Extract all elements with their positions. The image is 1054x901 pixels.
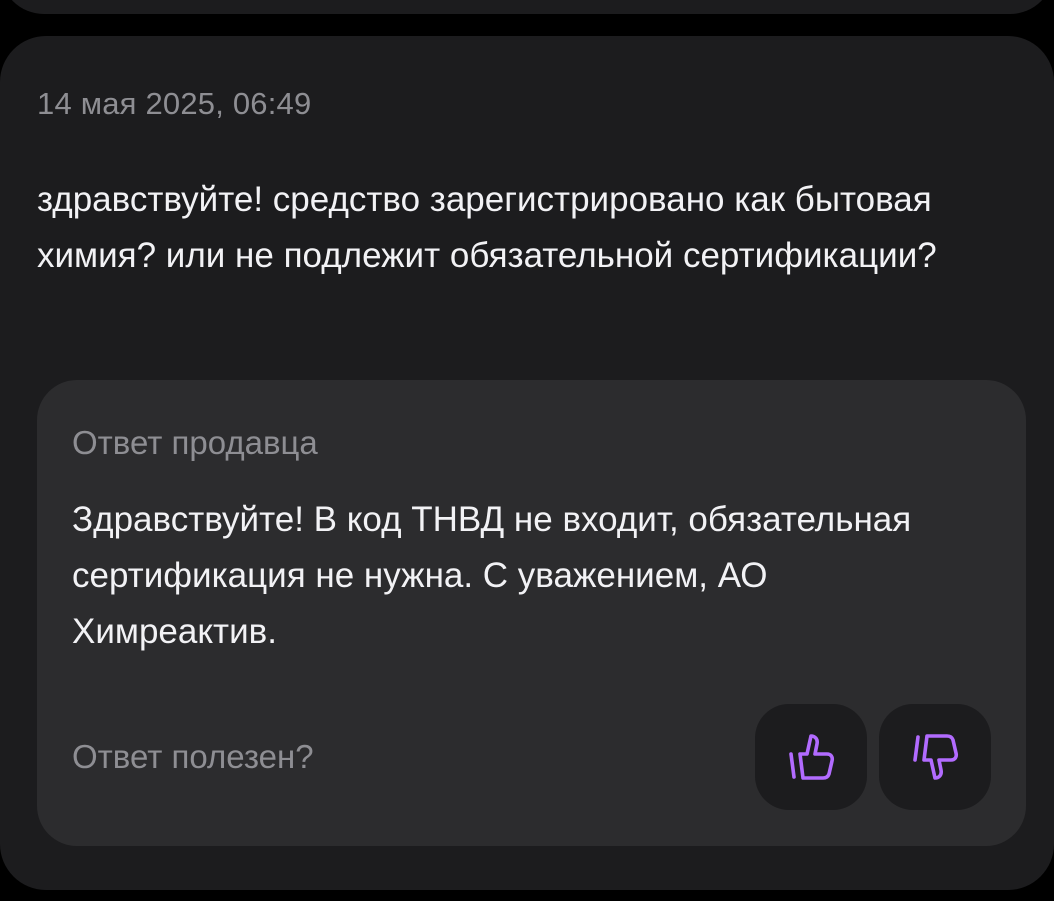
seller-answer-card: Ответ продавца Здравствуйте! В код ТНВД …: [37, 380, 1026, 846]
previous-question-card: [0, 0, 1054, 14]
question-card: 14 мая 2025, 06:49 здравствуйте! средств…: [0, 36, 1054, 890]
question-text: здравствуйте! средство зарегистрировано …: [37, 180, 937, 275]
thumbs-down-icon: [913, 734, 959, 780]
answer-text: Здравствуйте! В код ТНВД не входит, обяз…: [72, 500, 912, 651]
question-timestamp: 14 мая 2025, 06:49: [37, 86, 312, 121]
thumbs-up-icon: [789, 734, 835, 780]
dislike-button[interactable]: [879, 704, 991, 810]
like-button[interactable]: [755, 704, 867, 810]
helpful-question-label: Ответ полезен?: [72, 738, 314, 775]
answer-title: Ответ продавца: [72, 424, 318, 461]
